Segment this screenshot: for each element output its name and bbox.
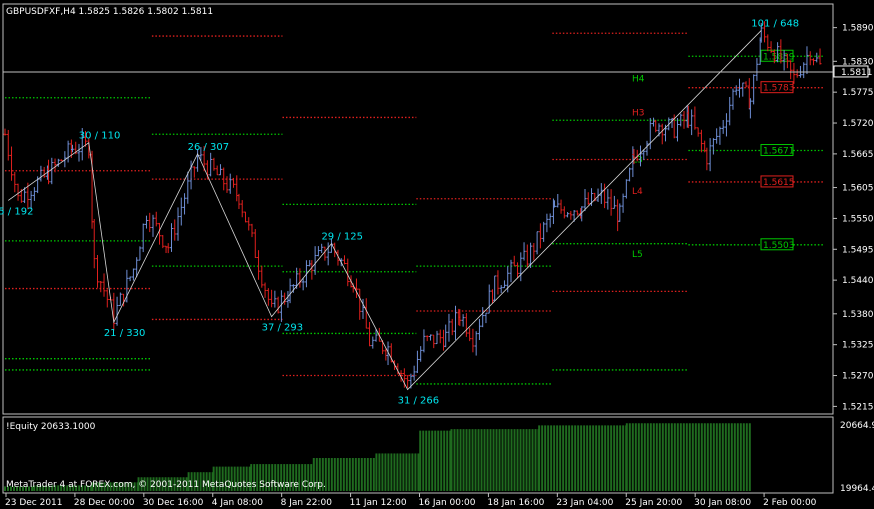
pivot-name: L5 — [632, 250, 643, 260]
time-label: 25 Jan 20:00 — [625, 498, 682, 508]
time-label: 16 Jan 00:00 — [419, 498, 476, 508]
zigzag-label: 26 / 307 — [188, 142, 230, 153]
price-tick-label: 1.5605 — [842, 184, 874, 194]
time-label: 28 Dec 00:00 — [74, 498, 135, 508]
zigzag-label: 21 / 330 — [104, 328, 146, 339]
zigzag-label: 101 / 648 — [751, 18, 799, 29]
equity-step — [375, 453, 420, 491]
equity-axis-top: 20664.9 — [840, 421, 874, 431]
time-label: 23 Jan 04:00 — [556, 498, 613, 508]
price-tick-label: 1.5720 — [842, 119, 874, 129]
zigzag-label: 37 / 293 — [262, 323, 304, 334]
zigzag-label: 29 / 125 — [321, 232, 363, 243]
chart-header: GBPUSDFXF,H4 1.5825 1.5826 1.5802 1.5811 — [6, 7, 213, 17]
time-label: 8 Jan 22:00 — [281, 498, 333, 508]
pivot-tag: 1.5783 — [763, 84, 795, 94]
time-label: 11 Jan 12:00 — [350, 498, 407, 508]
time-label: 4 Jan 08:00 — [212, 498, 264, 508]
time-label: 23 Dec 2011 — [5, 498, 63, 508]
price-tick-label: 1.5890 — [842, 24, 874, 34]
pivot-tag: 1.5671 — [763, 147, 795, 157]
pivot-name: H3 — [632, 108, 645, 118]
price-tick-label: 1.5270 — [842, 372, 874, 382]
time-label: 18 Jan 16:00 — [487, 498, 544, 508]
current-price-label: 1.5811 — [841, 68, 873, 78]
chart[interactable]: 1.5839H4H31.57831.5671L31.5615L41.5503L5… — [0, 0, 874, 509]
pivot-name: H4 — [632, 75, 645, 85]
price-tick-label: 1.5495 — [842, 245, 874, 255]
zigzag-label: 31 / 266 — [398, 396, 440, 407]
price-tick-label: 1.5440 — [842, 276, 874, 286]
equity-axis-bottom: 19964.4 — [840, 484, 874, 494]
zigzag-label: 5 / 192 — [0, 206, 33, 217]
time-label: 30 Jan 08:00 — [694, 498, 751, 508]
time-label: 30 Dec 16:00 — [143, 498, 204, 508]
pivot-tag: 1.5503 — [763, 241, 795, 251]
price-tick-label: 1.5380 — [842, 310, 874, 320]
price-tick-label: 1.5775 — [842, 88, 874, 98]
price-tick-label: 1.5215 — [842, 402, 874, 412]
indicator-label: !Equity 20633.1000 — [6, 422, 96, 432]
copyright-text: MetaTrader 4 at FOREX.com, © 2001-2011 M… — [6, 480, 326, 490]
zigzag-label: 30 / 110 — [79, 131, 121, 142]
pivot-name: L4 — [632, 187, 643, 197]
pivot-tag: 1.5615 — [763, 178, 795, 188]
price-tick-label: 1.5325 — [842, 341, 874, 351]
price-tick-label: 1.5550 — [842, 214, 874, 224]
time-label: 2 Feb 00:00 — [763, 498, 817, 508]
price-tick-label: 1.5665 — [842, 150, 874, 160]
